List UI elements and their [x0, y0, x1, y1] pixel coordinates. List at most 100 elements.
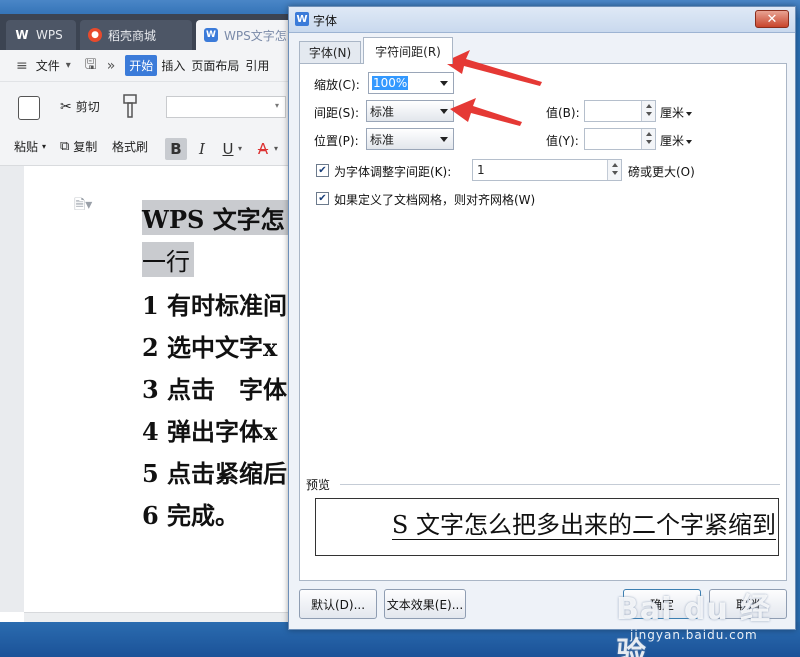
ok-button[interactable]: 确定 — [623, 589, 701, 619]
default-button[interactable]: 默认(D)... — [299, 589, 377, 619]
scissors-icon: ✂ — [60, 98, 72, 115]
ribbon-toolbar: 粘贴 ▾ ✂ 剪切 ⧉ 复制 格式刷 ▾ B I U ▾ A ▾ — [0, 82, 300, 166]
cancel-button[interactable]: 取消 — [709, 589, 787, 619]
kerning-size-input[interactable]: 1 — [472, 159, 622, 181]
dialog-titlebar[interactable]: W 字体 ✕ — [289, 7, 795, 33]
spacing-amount-label: 值(B): — [546, 106, 580, 120]
copy-button[interactable]: ⧉ 复制 — [60, 138, 97, 155]
wps-logo-icon: W — [15, 28, 29, 42]
position-unit-select[interactable]: 厘米 — [660, 132, 693, 149]
format-painter-icon[interactable] — [122, 94, 138, 120]
menu-page-layout[interactable]: 页面布局 — [189, 57, 241, 74]
document-line[interactable]: 2 选中文字x — [142, 328, 277, 363]
dialog-title: 字体 — [313, 14, 338, 28]
document-line[interactable]: WPS 文字怎 — [142, 200, 289, 235]
chevron-down-icon: ▾ — [274, 101, 279, 110]
kerning-label: 为字体调整字间距(K): — [334, 165, 452, 179]
document-icon: W — [204, 28, 218, 42]
tab-docer-store[interactable]: ● 稻壳商城 — [80, 20, 192, 50]
save-icon[interactable]: 🖫 — [85, 54, 97, 78]
scale-label: 缩放(C): — [314, 78, 360, 92]
character-spacing-panel: 缩放(C): 100% 间距(S): 标准 值(B): 厘米 位置(P): 标准… — [299, 63, 787, 581]
preview-label: 预览 — [306, 478, 331, 492]
text-effect-button[interactable]: 文本效果(E)... — [384, 589, 466, 619]
document-line[interactable]: 4 弹出字体x — [142, 412, 277, 447]
bold-button[interactable]: B — [165, 138, 187, 160]
chevron-down-icon[interactable]: ▾ — [238, 144, 242, 153]
position-amount-input[interactable] — [584, 128, 656, 150]
copy-icon: ⧉ — [60, 139, 70, 154]
font-color-button[interactable]: A — [252, 138, 274, 160]
kerning-suffix: 磅或更大(O) — [628, 165, 695, 179]
menu-file[interactable]: 文件 — [34, 57, 62, 74]
tab-character-spacing[interactable]: 字符间距(R) — [363, 37, 453, 64]
format-painter-button[interactable]: 格式刷 — [112, 138, 148, 155]
kerning-checkbox[interactable]: ✔ — [316, 164, 329, 177]
scale-value: 100% — [372, 76, 409, 90]
position-combo[interactable]: 标准 — [366, 128, 454, 150]
kerning-value: 1 — [477, 163, 485, 177]
document-line[interactable]: 5 点击紧缩后 — [142, 454, 287, 489]
chevron-down-icon: ▾ — [42, 142, 47, 151]
chevron-down-icon — [440, 109, 448, 114]
document-line[interactable]: 1 有时标准间 — [142, 286, 287, 321]
menu-reference[interactable]: 引用 — [243, 57, 271, 74]
tab-wps-home[interactable]: W WPS — [6, 20, 76, 50]
document-canvas[interactable]: 🗎▾ WPS 文字怎 一行 1 有时标准间 2 选中文字x 3 点击 字体 4 … — [0, 166, 300, 612]
chevron-down-icon — [686, 139, 693, 144]
menu-start[interactable]: 开始 — [125, 55, 158, 76]
menu-insert[interactable]: 插入 — [159, 57, 187, 74]
paste-icon[interactable] — [18, 96, 40, 120]
spacing-combo[interactable]: 标准 — [366, 100, 454, 122]
paste-button[interactable]: 粘贴 ▾ — [14, 138, 46, 155]
hamburger-icon[interactable]: ≡ — [16, 58, 28, 74]
format-painter-label: 格式刷 — [112, 140, 149, 154]
unit-label: 厘米 — [660, 106, 685, 120]
menu-bar: ≡ 文件 ▾ 🖫 » 开始 插入 页面布局 引用 — [0, 50, 300, 82]
position-value: 标准 — [370, 132, 395, 147]
tab-label: WPS — [36, 28, 63, 42]
tab-label: 稻壳商城 — [108, 28, 157, 43]
spacing-label: 间距(S): — [314, 106, 360, 120]
spacing-amount-input[interactable] — [584, 100, 656, 122]
chevron-down-icon — [440, 137, 448, 142]
chevron-down-icon — [686, 111, 693, 116]
spacing-unit-select[interactable]: 厘米 — [660, 104, 693, 121]
page-icon: 🗎▾ — [74, 197, 93, 213]
italic-button[interactable]: I — [191, 138, 213, 160]
position-amount-label: 值(Y): — [546, 134, 579, 148]
wps-main-window: W WPS ● 稻壳商城 W WPS文字怎 ≡ 文件 ▾ 🖫 » 开始 插入 页… — [0, 14, 300, 624]
cut-label: 剪切 — [75, 100, 100, 114]
preview-text: S 文字怎么把多出来的二个字紧缩到 — [391, 511, 776, 540]
cut-button[interactable]: ✂ 剪切 — [60, 98, 100, 115]
tab-current-document[interactable]: W WPS文字怎 — [196, 20, 300, 50]
app-tab-bar: W WPS ● 稻壳商城 W WPS文字怎 — [0, 14, 300, 50]
preview-box: S 文字怎么把多出来的二个字紧缩到 — [315, 498, 779, 556]
font-name-select[interactable]: ▾ — [166, 96, 286, 118]
chevron-down-icon — [440, 81, 448, 86]
wps-writer-icon: W — [295, 12, 309, 26]
snap-to-grid-checkbox[interactable]: ✔ — [316, 192, 329, 205]
font-dialog: W 字体 ✕ 字体(N) 字符间距(R) 缩放(C): 100% 间距(S): … — [288, 6, 796, 630]
underline-button[interactable]: U — [217, 138, 239, 160]
spin-buttons[interactable] — [641, 129, 655, 149]
unit-label: 厘米 — [660, 134, 685, 148]
document-line[interactable]: 6 完成。 — [142, 496, 239, 531]
scale-combo[interactable]: 100% — [368, 72, 454, 94]
chevron-down-icon[interactable]: ▾ — [66, 60, 71, 71]
docer-flame-icon: ● — [88, 28, 102, 42]
document-line[interactable]: 一行 — [142, 242, 194, 277]
position-label: 位置(P): — [314, 134, 359, 148]
spin-buttons[interactable] — [607, 160, 621, 180]
chevron-down-icon[interactable]: ▾ — [274, 144, 278, 153]
tab-font[interactable]: 字体(N) — [299, 41, 361, 63]
paste-label: 粘贴 — [14, 140, 39, 154]
snap-to-grid-label: 如果定义了文档网格，则对齐网格(W) — [334, 193, 536, 207]
tab-label: WPS文字怎 — [224, 28, 287, 43]
close-button[interactable]: ✕ — [755, 10, 789, 28]
document-line[interactable]: 3 点击 字体 — [142, 370, 287, 405]
spin-buttons[interactable] — [641, 101, 655, 121]
copy-label: 复制 — [73, 140, 98, 154]
spacing-value: 标准 — [370, 104, 395, 119]
more-icon[interactable]: » — [107, 58, 116, 74]
